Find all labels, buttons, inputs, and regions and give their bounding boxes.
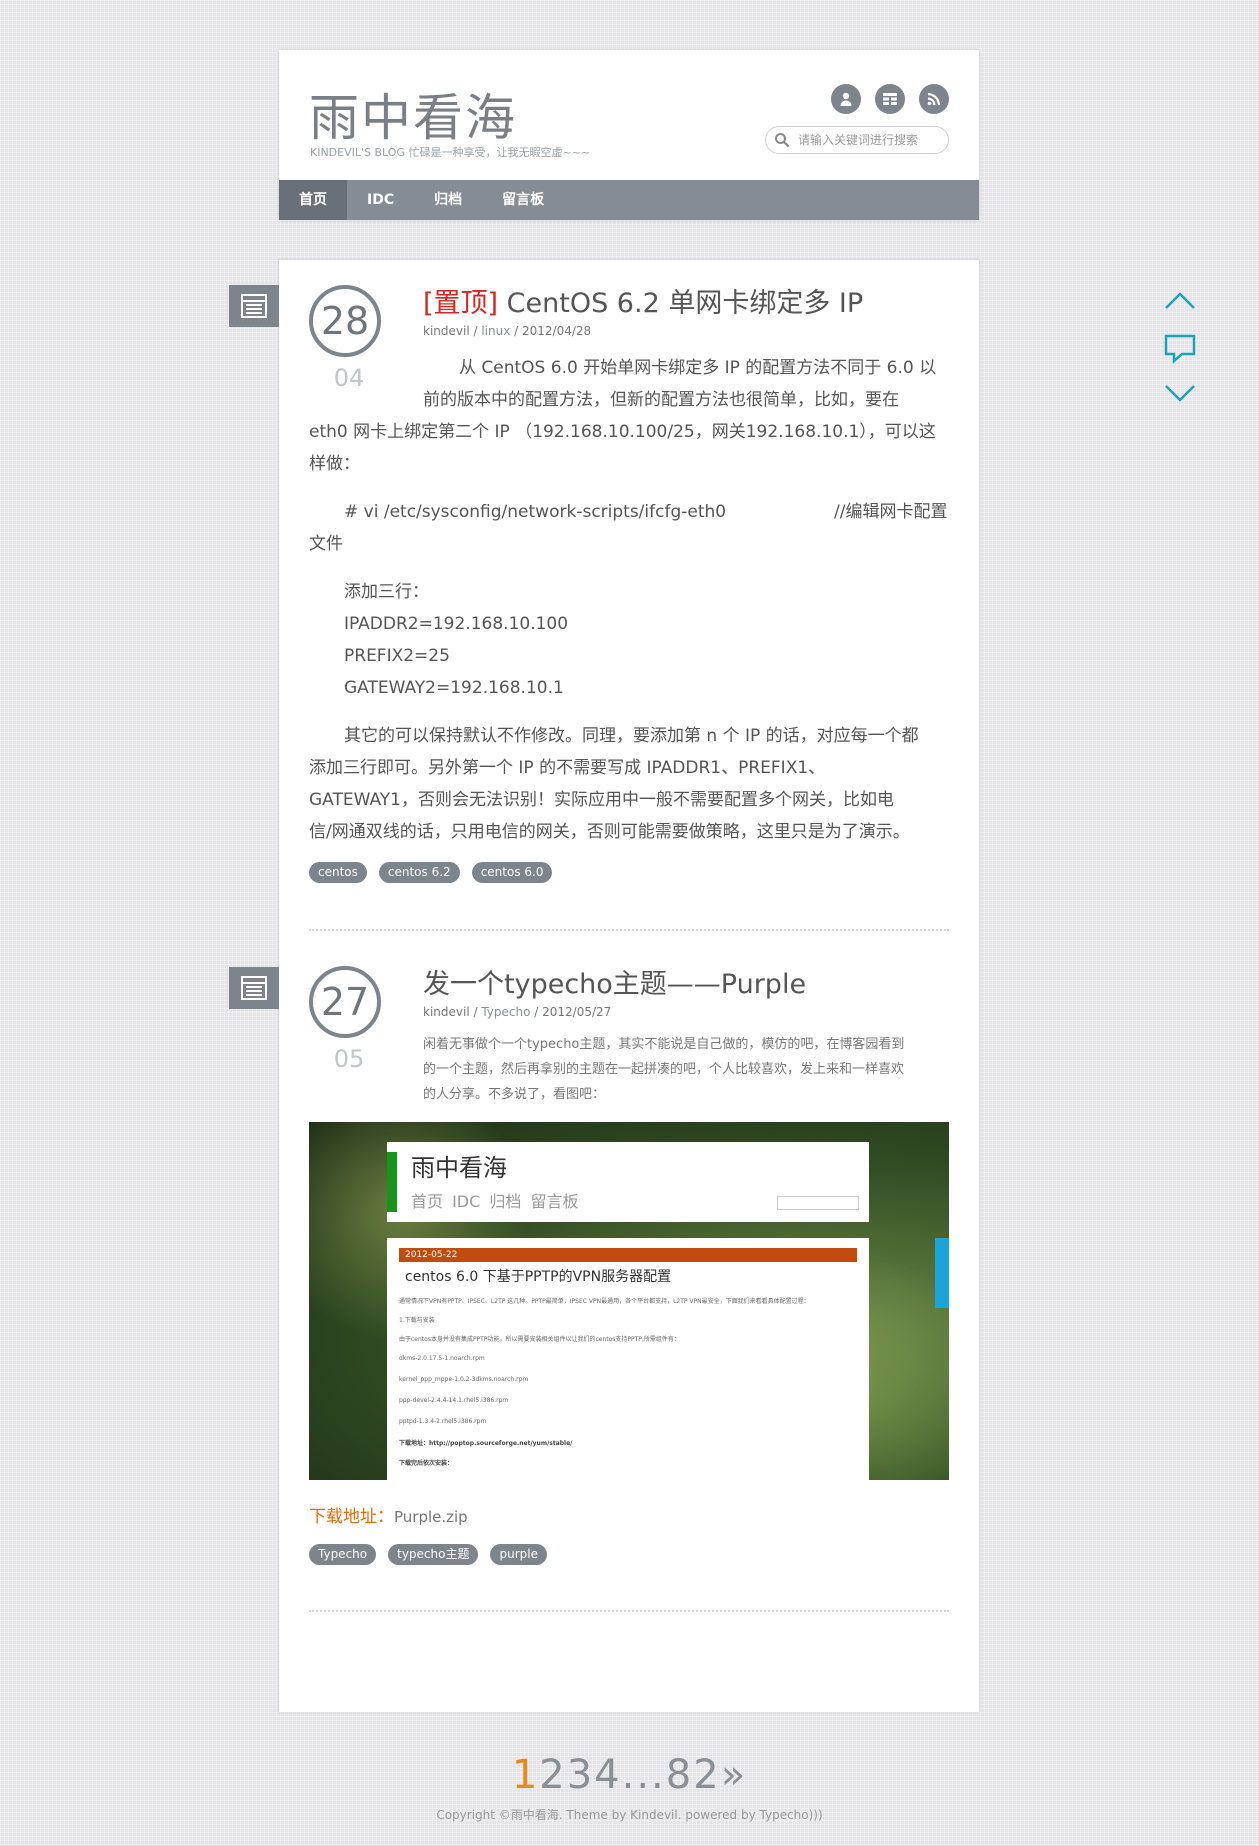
preview-post-title: centos 6.0 下基于PPTP的VPN服务器配置 [405, 1269, 672, 1285]
search-input[interactable] [796, 132, 940, 148]
post-day: 28 [309, 285, 381, 357]
tag-link[interactable]: centos [309, 862, 367, 883]
tag-link[interactable]: Typecho [309, 1544, 377, 1565]
preview-line: dkms-2.0.17.5-1.noarch.rpm [399, 1355, 485, 1362]
post-paragraph-line: 添加三行： [344, 582, 429, 602]
download-label: 下载地址： [309, 1507, 394, 1527]
post-list-icon[interactable] [229, 967, 279, 1009]
config-line: PREFIX2=25 [344, 646, 450, 666]
preview-nav: 首页 IDC 归档 留言板 [411, 1192, 579, 1211]
tag-link[interactable]: centos 6.2 [378, 862, 460, 883]
main-nav: 首页 IDC 归档 留言板 [279, 180, 979, 220]
preview-body: 2012-05-22 centos 6.0 下基于PPTP的VPN服务器配置 通… [387, 1238, 869, 1480]
sticky-label: [置顶] [423, 288, 499, 319]
post-month: 05 [333, 1045, 365, 1073]
post-day: 27 [309, 966, 381, 1038]
code-comment: //编辑网卡配置 [834, 502, 948, 522]
post-title[interactable]: 发一个typecho主题——Purple [423, 962, 806, 1001]
preview-line: 通常情况下VPN有PPTP、IPSEC、L2TP 这几种。PPTP最简单，IPS… [399, 1298, 810, 1305]
search-icon [775, 133, 790, 148]
post-paragraph-line: 信/网通双线的话，只用电信的网关，否则可能需要做策略，这里只是为了演示。 [309, 822, 910, 842]
post-paragraph-line: 从 CentOS 6.0 开始单网卡绑定多 IP 的配置方法不同于 6.0 以 [459, 358, 937, 378]
preview-line: 由于centos本身并没有集成PPTP功能，所以需要安装相关组件以让我们的cen… [399, 1336, 680, 1343]
tag-link[interactable]: centos 6.0 [471, 862, 553, 883]
preview-line: ppp-devel-2.4.4-14.1.rhel5.i386.rpm [399, 1397, 509, 1404]
post-tags: centos centos 6.2 centos 6.0 [309, 862, 553, 883]
post-month: 04 [333, 364, 365, 392]
user-icon[interactable] [831, 84, 861, 114]
rss-icon[interactable] [919, 84, 949, 114]
nav-item-archive[interactable]: 归档 [414, 180, 482, 220]
preview-side-tab [935, 1238, 949, 1308]
page-links[interactable]: 234 [539, 1752, 621, 1798]
preview-date-bar: 2012-05-22 [399, 1248, 857, 1262]
post-date: 2012/05/27 [542, 1005, 612, 1019]
page-next[interactable]: » [721, 1752, 747, 1798]
post-paragraph-line: 前的版本中的配置方法，但新的配置方法也很简单，比如，要在 [423, 390, 899, 410]
nav-item-guestbook[interactable]: 留言板 [482, 180, 564, 220]
config-line: IPADDR2=192.168.10.100 [344, 614, 569, 634]
post-title-text[interactable]: CentOS 6.2 单网卡绑定多 IP [507, 288, 863, 319]
content-panel: 28 04 [置顶] CentOS 6.2 单网卡绑定多 IP kindevil… [229, 260, 979, 1712]
site-title[interactable]: 雨中看海 [309, 78, 517, 150]
code-command: # vi /etc/sysconfig/network-scripts/ifcf… [344, 502, 727, 522]
page-current[interactable]: 1 [512, 1752, 539, 1798]
post-paragraph-line: 闲着无事做个一个typecho主题，其实不能说是自己做的，模仿的吧，在博客园看到 [423, 1037, 905, 1052]
site-header: 雨中看海 KINDEVIL'S BLOG 忙碌是一种享受，让我无暇空虚~~~ 首… [279, 50, 979, 220]
theme-preview-image: 雨中看海 首页 IDC 归档 留言板 2012-05-22 centos 6.0… [309, 1122, 949, 1480]
preview-line: 下载地址：http://poptop.sourceforge.net/yum/s… [399, 1440, 573, 1447]
scroll-up-icon[interactable] [1162, 284, 1198, 320]
post-paragraph-line: 文件 [309, 534, 343, 554]
post-paragraph-line: 的一个主题，然后再拿别的主题在一起拼凑的吧，个人比较喜欢，发上来和一样喜欢 [423, 1062, 905, 1077]
post-meta: kindevil / linux / 2012/04/28 [423, 324, 592, 338]
post-tags: Typecho typecho主题 purple [309, 1544, 547, 1565]
post-paragraph-line: 添加三行即可。另外第一个 IP 的不需要写成 IPADDR1、PREFIX1、 [309, 758, 826, 778]
download-line: 下载地址：Purple.zip [309, 1502, 468, 1527]
nav-item-home[interactable]: 首页 [279, 180, 347, 220]
download-link[interactable]: Purple.zip [394, 1508, 468, 1526]
post-date: 2012/04/28 [522, 324, 592, 338]
post-divider [309, 1610, 949, 1612]
post-list-icon[interactable] [229, 285, 279, 327]
config-line: GATEWAY2=192.168.10.1 [344, 678, 564, 698]
nav-item-idc[interactable]: IDC [347, 180, 414, 220]
preview-line: kernel_ppp_mppe-1.0.2-3dkms.noarch.rpm [399, 1376, 529, 1383]
page-last[interactable]: 82 [666, 1752, 721, 1798]
post-title[interactable]: [置顶] CentOS 6.2 单网卡绑定多 IP [423, 281, 863, 320]
post-category[interactable]: Typecho [481, 1005, 530, 1019]
post-paragraph-line: 其它的可以保持默认不作修改。同理，要添加第 n 个 IP 的话，对应每一个都 [344, 726, 919, 746]
grid-icon[interactable] [875, 84, 905, 114]
post-author[interactable]: kindevil [423, 324, 470, 338]
post-divider [309, 929, 949, 931]
post-category[interactable]: linux [481, 324, 510, 338]
post-paragraph-line: GATEWAY1，否则会无法识别！实际应用中一般不需要配置多个网关，比如电 [309, 790, 894, 810]
post-author[interactable]: kindevil [423, 1005, 470, 1019]
preview-header: 雨中看海 首页 IDC 归档 留言板 [387, 1142, 869, 1222]
header-icon-group [831, 84, 949, 114]
comment-icon[interactable] [1162, 330, 1198, 366]
pagination: 1234...82» [0, 1752, 1259, 1798]
preview-line: pptpd-1.3.4-2.rhel5.i386.rpm [399, 1418, 487, 1425]
post-paragraph-line: 样做： [309, 454, 360, 474]
scroll-down-icon[interactable] [1162, 374, 1198, 410]
copyright: Copyright ©雨中看海. Theme by Kindevil. powe… [436, 1808, 823, 1822]
post-paragraph-line: eth0 网卡上绑定第二个 IP （192.168.10.100/25，网关19… [309, 422, 936, 442]
site-description: KINDEVIL'S BLOG 忙碌是一种享受，让我无暇空虚~~~ [310, 146, 591, 159]
preview-search [777, 1196, 859, 1210]
search-box[interactable] [765, 126, 949, 154]
tag-link[interactable]: typecho主题 [388, 1544, 479, 1565]
post-paragraph-line: 的人分享。不多说了，看图吧： [423, 1087, 606, 1102]
preview-line: 1.下载与安装 [399, 1317, 435, 1324]
page-ellipsis: ... [621, 1752, 666, 1798]
preview-line: 下载完后依次安装： [399, 1460, 454, 1467]
post-meta: kindevil / Typecho / 2012/05/27 [423, 1005, 612, 1019]
tag-link[interactable]: purple [490, 1544, 547, 1565]
preview-site-title: 雨中看海 [411, 1154, 507, 1182]
